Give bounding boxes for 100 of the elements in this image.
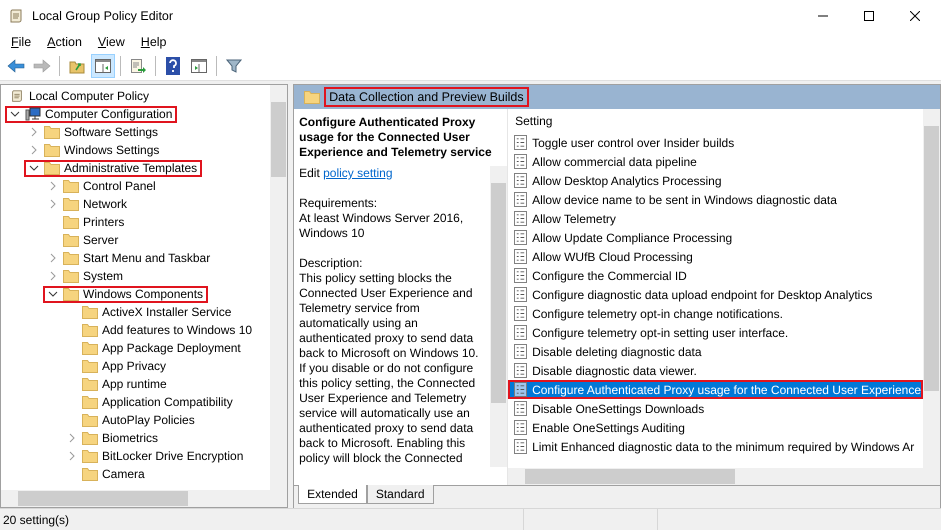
status-text: 20 setting(s) xyxy=(2,512,70,528)
tree-item[interactable]: System xyxy=(43,268,128,284)
tree-item[interactable]: Printers xyxy=(43,214,130,230)
vertical-scrollbar[interactable] xyxy=(923,109,940,468)
tree-item[interactable]: App runtime xyxy=(62,376,172,392)
policy-icon xyxy=(514,325,528,340)
setting-row[interactable]: Allow commercial data pipeline xyxy=(508,152,923,171)
tree-item[interactable]: Add features to Windows 10 xyxy=(62,322,258,338)
setting-row[interactable]: Disable OneSettings Downloads xyxy=(508,399,923,418)
policy-icon xyxy=(514,401,528,416)
chevron-down-icon[interactable] xyxy=(29,165,39,171)
scroll-icon xyxy=(8,8,24,24)
setting-row[interactable]: Allow Update Compliance Processing xyxy=(508,228,923,247)
column-header[interactable]: Setting xyxy=(508,109,923,133)
maximize-icon[interactable] xyxy=(864,11,874,21)
tree-item[interactable]: AutoPlay Policies xyxy=(62,412,200,428)
setting-row[interactable]: Configure Authenticated Proxy usage for the Connected User Experience xyxy=(508,380,923,399)
toolbar-button[interactable] xyxy=(91,54,115,78)
export-list-icon xyxy=(130,58,146,74)
setting-row[interactable]: Enable OneSettings Auditing xyxy=(508,418,923,437)
close-icon[interactable] xyxy=(910,11,920,21)
menu-item[interactable]: File xyxy=(11,35,32,49)
right-arrow-icon xyxy=(33,59,51,73)
tree-item[interactable]: App Privacy xyxy=(62,358,172,374)
menu-item[interactable]: Action xyxy=(47,35,82,49)
folder-icon xyxy=(82,359,98,373)
setting-row[interactable]: Allow device name to be sent in Windows diagnostic data xyxy=(508,190,923,209)
folder-icon xyxy=(82,377,98,391)
setting-row[interactable]: Disable diagnostic data viewer. xyxy=(508,361,923,380)
policy-icon xyxy=(514,211,528,226)
tree-item[interactable]: Application Compatibility xyxy=(62,394,238,410)
policy-icon xyxy=(514,135,528,150)
tree-item[interactable]: Windows Settings xyxy=(24,142,164,158)
tree-item[interactable]: BitLocker Drive Encryption xyxy=(62,448,248,464)
folder-icon xyxy=(82,467,98,481)
tree-item[interactable]: Software Settings xyxy=(24,124,164,140)
tree-item[interactable]: Administrative Templates xyxy=(24,160,202,176)
filter-icon xyxy=(226,58,242,74)
scroll-icon xyxy=(9,89,25,103)
policy-icon xyxy=(514,439,528,454)
description-text: This policy setting blocks the Connected User Experience and Telemetry service from automatically using an authenticated proxy to send data back to Microsoft on Windows 10. If you disable or do not configure this policy setting, the Connected User Experience and Telemetry service will automatically use an authenticated proxy to send data back to Microsoft. Enabling this policy will block the Connected xyxy=(299,271,480,466)
setting-row[interactable]: Allow WUfB Cloud Processing xyxy=(508,247,923,266)
folder-icon xyxy=(63,287,79,301)
folder-icon xyxy=(82,449,98,463)
policy-setting-link[interactable]: policy setting xyxy=(323,166,392,180)
console-pane-icon xyxy=(95,59,111,73)
vertical-scrollbar[interactable] xyxy=(490,166,508,467)
chevron-down-icon[interactable] xyxy=(10,111,20,117)
view-tab[interactable]: Extended xyxy=(298,485,367,504)
setting-row[interactable]: Allow Desktop Analytics Processing xyxy=(508,171,923,190)
setting-row[interactable]: Allow Telemetry xyxy=(508,209,923,228)
menu-item[interactable]: Help xyxy=(140,35,167,49)
policy-icon xyxy=(514,363,528,378)
folder-icon xyxy=(63,215,79,229)
tree-item[interactable]: App Package Deployment xyxy=(62,340,246,356)
help-icon xyxy=(166,57,180,75)
folder-icon xyxy=(44,161,60,175)
policy-icon xyxy=(514,306,528,321)
folder-icon xyxy=(44,143,60,157)
setting-row[interactable]: Configure the Commercial ID xyxy=(508,266,923,285)
tree-item[interactable]: Local Computer Policy xyxy=(5,88,154,104)
folder-icon xyxy=(63,197,79,211)
vertical-scrollbar[interactable] xyxy=(270,85,288,490)
tree-item[interactable]: Control Panel xyxy=(43,178,161,194)
tree-item[interactable]: Network xyxy=(43,196,132,212)
folder-icon xyxy=(63,233,79,247)
setting-row[interactable]: Configure telemetry opt-in change notifications. xyxy=(508,304,923,323)
setting-row[interactable]: Disable deleting diagnostic data xyxy=(508,342,923,361)
tree-item[interactable]: Camera xyxy=(62,466,150,482)
folder-icon xyxy=(82,305,98,319)
policy-icon xyxy=(514,382,528,397)
tree-item[interactable]: Windows Components xyxy=(43,286,208,302)
chevron-down-icon[interactable] xyxy=(48,291,58,297)
setting-row[interactable]: Configure telemetry opt-in setting user interface. xyxy=(508,323,923,342)
policy-icon xyxy=(514,154,528,169)
tree-item[interactable]: Server xyxy=(43,232,124,248)
requirements-text: At least Windows Server 2016, Windows 10 xyxy=(299,211,464,241)
folder-icon xyxy=(82,323,98,337)
policy-icon xyxy=(514,249,528,264)
setting-row[interactable]: Toggle user control over Insider builds xyxy=(508,133,923,152)
description-label: Description: xyxy=(299,256,364,271)
horizontal-scrollbar[interactable] xyxy=(1,490,288,507)
policy-icon xyxy=(514,268,528,283)
view-tab[interactable]: Standard xyxy=(366,485,434,504)
folder-icon xyxy=(82,395,98,409)
computer-icon xyxy=(25,107,41,121)
policy-icon xyxy=(514,287,528,302)
setting-row[interactable]: Configure diagnostic data upload endpoint for Desktop Analytics xyxy=(508,285,923,304)
setting-row[interactable]: Limit Enhanced diagnostic data to the minimum required by Windows Ar xyxy=(508,437,923,456)
folder-icon xyxy=(63,269,79,283)
tree-item[interactable]: Computer Configuration xyxy=(5,106,178,122)
tree-item[interactable]: ActiveX Installer Service xyxy=(62,304,236,320)
tree-item[interactable]: Start Menu and Taskbar xyxy=(43,250,216,266)
menu-item[interactable]: View xyxy=(98,35,125,49)
edit-label: Edit xyxy=(299,166,320,180)
folder-icon xyxy=(63,179,79,193)
horizontal-scrollbar[interactable] xyxy=(508,468,940,485)
tree-item[interactable]: Biometrics xyxy=(62,430,164,446)
folder-icon xyxy=(82,413,98,427)
folder-icon xyxy=(82,431,98,445)
